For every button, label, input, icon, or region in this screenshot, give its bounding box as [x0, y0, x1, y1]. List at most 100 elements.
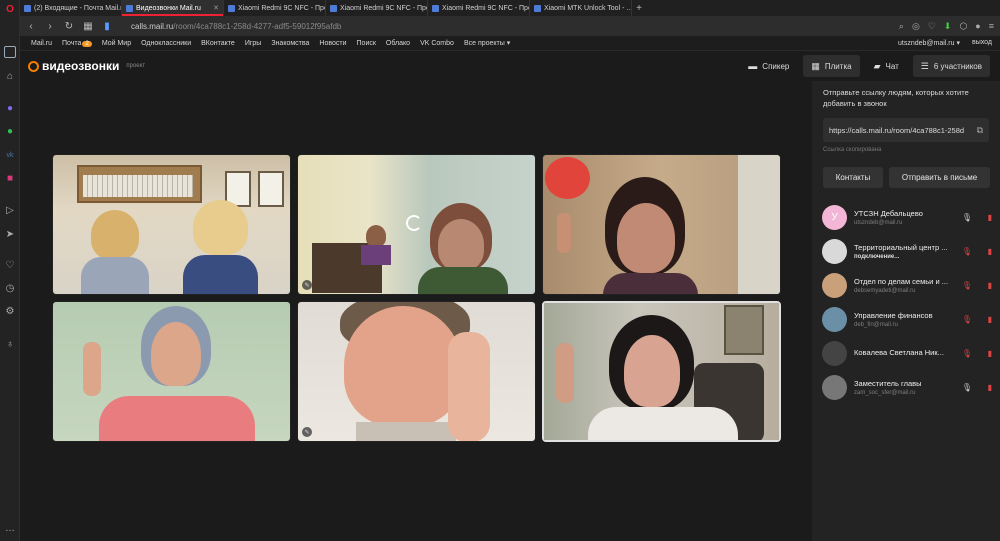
calls-header: видеозвонки проект ▬ Спикер ▦ Плитка ▰ Чат … [20, 51, 1000, 81]
mic-indicator-icon: ✎ [302, 427, 312, 437]
mailru-at-icon [28, 60, 39, 72]
vk-icon[interactable]: vk [4, 149, 16, 161]
participant-item[interactable]: Управление финансов deb_fin@mail.ru 🎙︎ ▮ [822, 302, 1000, 336]
extensions-icon[interactable]: ⬡ [959, 21, 967, 32]
bookmark-heart-icon[interactable]: ♡ [928, 21, 936, 32]
participant-name: Заместитель главы [854, 378, 922, 388]
mail-count-badge: 2 [82, 40, 92, 47]
messenger-icon[interactable]: ● [4, 102, 16, 114]
portal-link-vk[interactable]: ВКонтакте [201, 40, 235, 47]
player-icon[interactable]: ▷ [4, 204, 16, 216]
new-tab-icon[interactable]: + [632, 0, 646, 16]
participant-item[interactable]: У УТСЗН Дебальцево utszndeb@mail.ru 🎙︎ ▮ [822, 200, 1000, 234]
reload-icon[interactable]: ↻ [64, 21, 74, 32]
mic-muted-icon[interactable]: 🎙︎ [962, 315, 972, 324]
portal-link-mailru[interactable]: Mail.ru [31, 40, 52, 47]
opera-logo-icon[interactable]: O [4, 3, 16, 15]
search-icon[interactable]: ⌕ [899, 21, 904, 32]
speed-dial-icon[interactable] [4, 46, 16, 58]
menu-icon[interactable]: ≡ [989, 21, 994, 31]
invite-link-field[interactable]: https://calls.mail.ru/room/4ca788c1-258d… [823, 118, 989, 142]
video-tile[interactable] [52, 154, 291, 295]
avatar [822, 340, 847, 366]
grid-view-button[interactable]: ▦ Плитка [803, 55, 860, 77]
video-tile[interactable]: ✎ [297, 301, 536, 442]
participant-email: deb_fin@mail.ru [854, 321, 898, 328]
heart-icon[interactable]: ♡ [4, 259, 16, 271]
history-icon[interactable]: ◷ [4, 282, 16, 294]
tab-favicon-icon [534, 4, 541, 12]
calls-logo[interactable]: видеозвонки проект [28, 59, 145, 73]
tab-favicon-icon [228, 4, 235, 12]
mic-muted-icon[interactable]: 🎙︎ [962, 247, 972, 256]
camera-off-icon[interactable]: ▮ [988, 383, 992, 392]
portal-link-cloud[interactable]: Облако [386, 40, 410, 47]
video-tile[interactable]: ✎ [297, 154, 536, 295]
participant-item[interactable]: Территориальный центр ... подключение... 🎙… [822, 234, 1000, 268]
camera-off-icon[interactable]: ▮ [988, 213, 992, 222]
close-tab-icon[interactable]: ✕ [213, 4, 219, 12]
send-email-button[interactable]: Отправить в письме [889, 167, 990, 188]
tab-favicon-icon [24, 4, 31, 12]
camera-off-icon[interactable]: ▮ [988, 281, 992, 290]
camera-icon[interactable]: ▮ [102, 21, 112, 32]
mic-icon[interactable]: 🎙︎ [962, 383, 972, 392]
video-tile-active-speaker[interactable] [542, 301, 781, 442]
download-icon[interactable]: ⬇ [944, 21, 952, 32]
portal-link-vkcombo[interactable]: VK Combo [420, 40, 454, 47]
tabs-grid-icon[interactable]: ▦ [83, 21, 93, 32]
profile-icon[interactable]: ● [975, 21, 980, 31]
browser-tab[interactable]: Xiaomi MTK Unlock Tool - ...✕ [530, 0, 632, 16]
portal-link-mail[interactable]: Почта 2 [62, 40, 92, 47]
contacts-button[interactable]: Контакты [823, 167, 883, 188]
portal-link-ok[interactable]: Одноклассники [141, 40, 191, 47]
forward-icon[interactable]: › [45, 21, 55, 32]
grid-icon: ▦ [811, 60, 820, 71]
video-tile[interactable] [52, 301, 291, 442]
instagram-icon[interactable]: ■ [4, 172, 16, 184]
url-field[interactable]: calls.mail.ru/room/4ca788c1-258d-4277-ad… [131, 22, 890, 31]
mic-muted-icon[interactable]: 🎙︎ [962, 281, 972, 290]
video-tile[interactable] [542, 154, 781, 295]
camera-off-icon[interactable]: ▮ [988, 349, 992, 358]
copy-icon[interactable]: ⧉ [977, 125, 983, 136]
back-icon[interactable]: ‹ [26, 21, 36, 32]
portal-link-search[interactable]: Поиск [357, 40, 376, 47]
portal-link-games[interactable]: Игры [245, 40, 262, 47]
browser-tab[interactable]: Xiaomi Redmi 9C NFC - Про✕ [428, 0, 530, 16]
whatsapp-icon[interactable]: ● [4, 125, 16, 137]
participant-name: Ковалева Светлана Ник... [854, 347, 944, 357]
participant-name: УТСЗН Дебальцево [854, 208, 923, 218]
mic-icon[interactable]: 🎙︎ [962, 213, 972, 222]
mic-muted-icon[interactable]: 🎙︎ [962, 349, 972, 358]
camera-off-icon[interactable]: ▮ [988, 315, 992, 324]
tab-favicon-icon [126, 4, 133, 12]
bulb-icon[interactable]: ♁ [4, 338, 16, 350]
browser-tab[interactable]: Xiaomi Redmi 9C NFC - Про✕ [326, 0, 428, 16]
portal-link-all-projects[interactable]: Все проекты ▾ [464, 39, 510, 47]
participant-item[interactable]: Отдел по делам семьи и ... debsemyadeti@m… [822, 268, 1000, 302]
url-path: /room/4ca788c1-258d-4277-adf5-59012f95af… [173, 21, 342, 31]
participant-email: utszndeb@mail.ru [854, 219, 903, 226]
browser-tab[interactable]: (2) Входящие - Почта Mail.ru✕ [20, 0, 122, 16]
portal-link-news[interactable]: Новости [319, 40, 346, 47]
camera-off-icon[interactable]: ▮ [988, 247, 992, 256]
portal-link-mymir[interactable]: Мой Мир [102, 40, 131, 47]
user-email[interactable]: utszndeb@mail.ru ▾ [898, 39, 960, 47]
screenshot-icon[interactable]: ◎ [912, 21, 920, 32]
portal-link-dating[interactable]: Знакомства [271, 40, 309, 47]
participant-item[interactable]: Ковалева Светлана Ник... 🎙︎ ▮ [822, 336, 1000, 370]
participant-email: zam_soc_sfer@mail.ru [854, 389, 916, 396]
browser-tab[interactable]: Видеозвонки Mail.ru ✕ [122, 0, 224, 16]
chat-button[interactable]: ▰ Чат [866, 55, 907, 77]
participant-item[interactable]: Заместитель главы zam_soc_sfer@mail.ru 🎙︎ ▮ [822, 370, 1000, 404]
logout-link[interactable]: выход [972, 39, 992, 47]
more-icon[interactable]: … [4, 522, 16, 534]
browser-tab[interactable]: Xiaomi Redmi 9C NFC - Про✕ [224, 0, 326, 16]
home-icon[interactable]: ⌂ [4, 70, 16, 82]
send-icon[interactable]: ➤ [4, 228, 16, 240]
participants-button[interactable]: ☰ 6 участников [912, 55, 990, 77]
avatar [822, 306, 847, 332]
settings-icon[interactable]: ⚙ [4, 305, 16, 317]
speaker-view-button[interactable]: ▬ Спикер [740, 55, 797, 77]
